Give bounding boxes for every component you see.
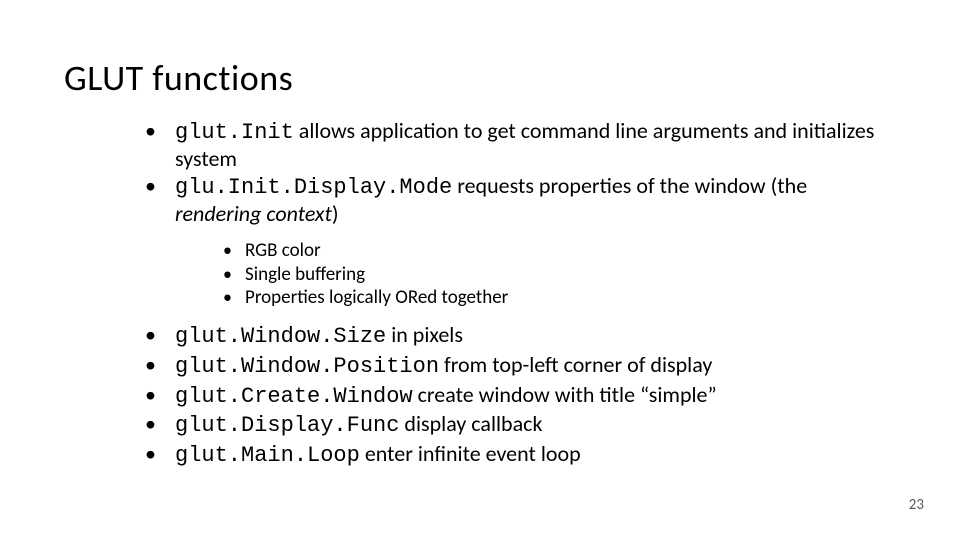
code-token: glut.Create.Window <box>175 384 413 409</box>
bullet-text: ) <box>332 200 339 227</box>
bullet-text: enter infinite event loop <box>360 440 581 467</box>
italic-text: rendering context <box>175 200 332 227</box>
code-token: glut.Display.Func <box>175 413 399 438</box>
slide-title: GLUT functions <box>64 56 293 100</box>
bullet-text: in pixels <box>386 321 463 348</box>
code-token: glut.Window.Size <box>175 324 386 349</box>
code-token: glu.Init.Display.Mode <box>175 175 452 200</box>
sub-bullet-item: RGB color <box>215 239 875 263</box>
sub-bullet-item: Properties logically ORed together <box>215 286 875 310</box>
bullet-item: glu.Init.Display.Mode requests propertie… <box>135 173 875 310</box>
bullet-item: glut.Init allows application to get comm… <box>135 118 875 171</box>
code-token: glut.Window.Position <box>175 354 439 379</box>
sub-bullet-item: Single buffering <box>215 263 875 287</box>
bullet-item: glut.Display.Func display callback <box>135 411 875 439</box>
bullet-item: glut.Create.Window create window with ti… <box>135 382 875 410</box>
bullet-text: from top-left corner of display <box>439 351 712 378</box>
bullet-item: glut.Window.Position from top-left corne… <box>135 352 875 380</box>
bullet-item: glut.Window.Size in pixels <box>135 322 875 350</box>
bullet-text: requests properties of the window (the <box>452 172 807 199</box>
slide-body: glut.Init allows application to get comm… <box>135 118 875 471</box>
code-token: glut.Init <box>175 120 294 145</box>
page-number: 23 <box>909 496 924 514</box>
bullet-text: display callback <box>399 410 542 437</box>
bullet-text: create window with title “simple” <box>413 381 717 408</box>
bullet-item: glut.Main.Loop enter infinite event loop <box>135 441 875 469</box>
code-token: glut.Main.Loop <box>175 443 360 468</box>
